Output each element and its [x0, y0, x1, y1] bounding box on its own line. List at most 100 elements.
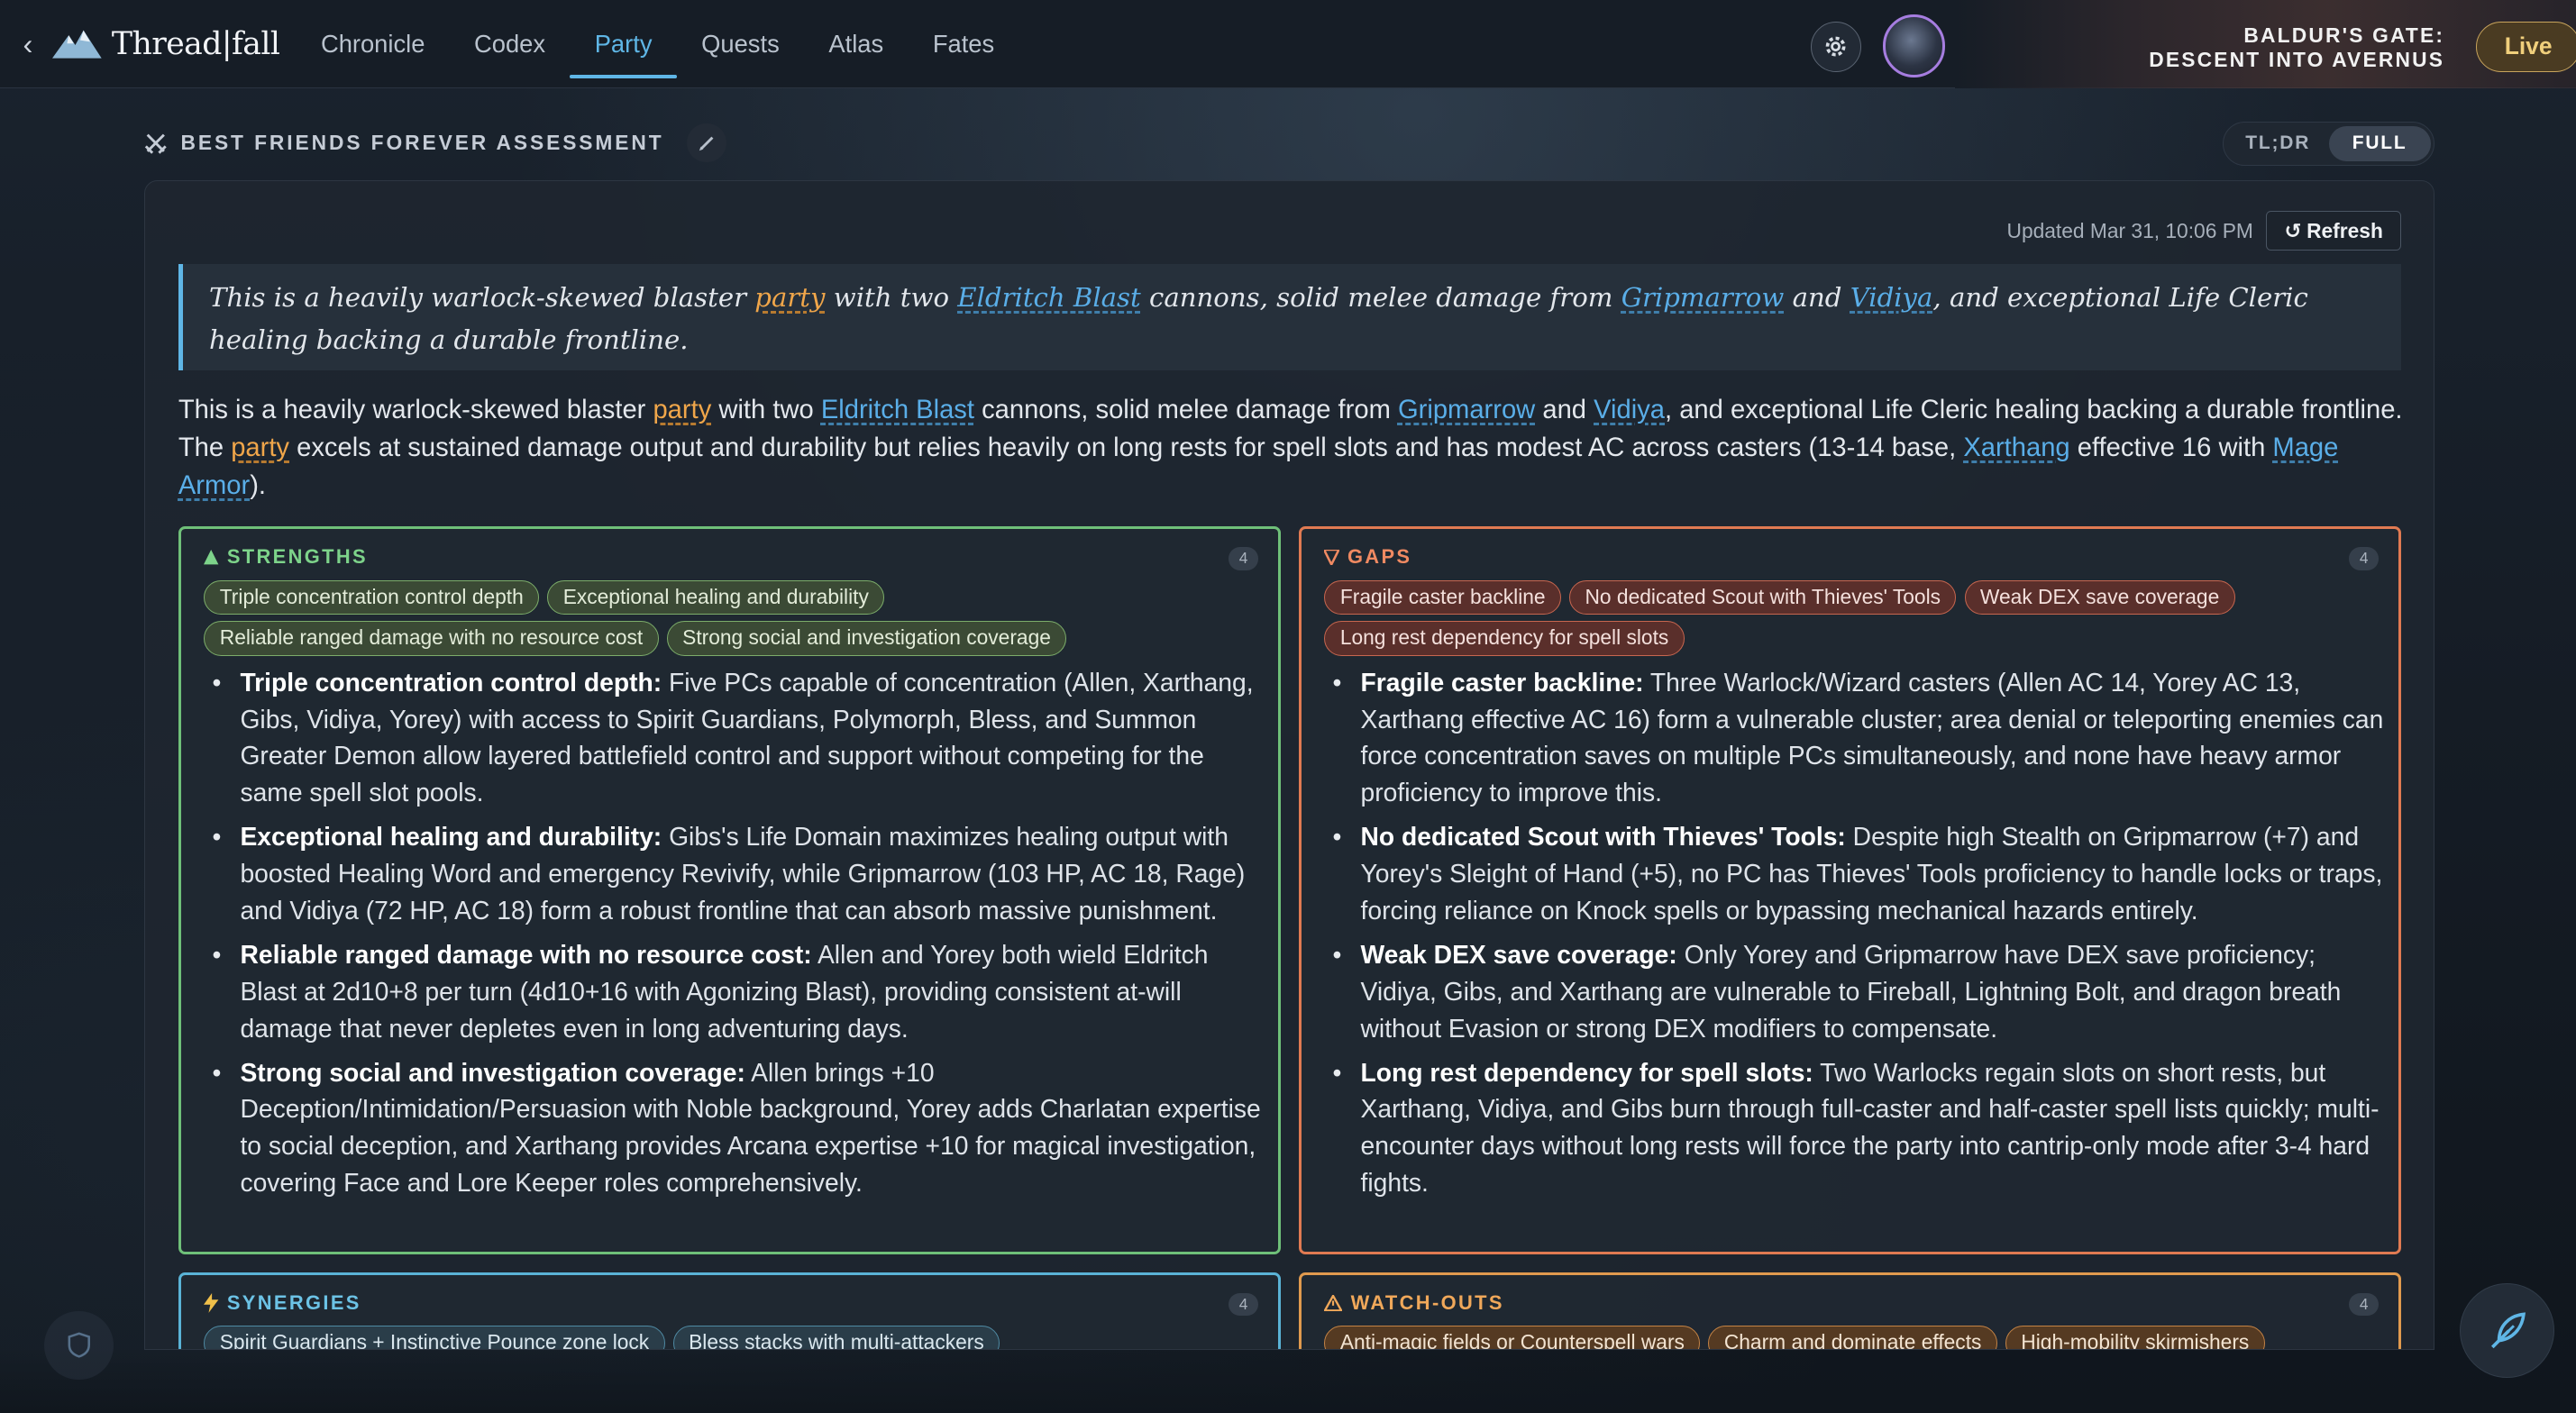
- synergies-header: SYNERGIES: [204, 1291, 361, 1315]
- triangle-down-icon: [1324, 550, 1339, 565]
- app-brand[interactable]: Thread|fall: [52, 25, 280, 62]
- synergies-card: SYNERGIES 4 Spirit Guardians + Instincti…: [178, 1272, 1281, 1350]
- mountain-logo-icon: [52, 31, 102, 59]
- term-link-party[interactable]: party: [231, 433, 289, 462]
- refresh-label: Refresh: [2307, 218, 2383, 242]
- item-label: Strong social and investigation coverage…: [240, 1057, 745, 1087]
- updated-timestamp: Updated Mar 31, 10:06 PM: [2006, 219, 2253, 243]
- character-link-gripmarrow[interactable]: Gripmarrow: [1621, 282, 1785, 313]
- tab-quests[interactable]: Quests: [677, 0, 804, 88]
- list-item: Weak DEX save coverage: Only Yorey and G…: [1328, 936, 2388, 1046]
- summary-text: ).: [250, 470, 267, 500]
- shield-icon: [68, 1332, 90, 1358]
- item-label: No dedicated Scout with Thieves' Tools:: [1360, 822, 1846, 852]
- settings-button[interactable]: [1810, 21, 1862, 73]
- strength-chip[interactable]: Reliable ranged damage with no resource …: [204, 621, 659, 656]
- shield-button[interactable]: [44, 1310, 114, 1381]
- item-label: Long rest dependency for spell slots:: [1360, 1057, 1813, 1087]
- strength-chip[interactable]: Triple concentration control depth: [204, 579, 540, 615]
- character-link-vidiya[interactable]: Vidiya: [1850, 282, 1933, 313]
- section-title: BEST FRIENDS FOREVER ASSESSMENT: [180, 131, 664, 155]
- lightning-icon: [204, 1293, 219, 1313]
- gaps-title: GAPS: [1347, 545, 1412, 569]
- gap-chip[interactable]: Fragile caster backline: [1324, 579, 1561, 615]
- chevron-left-icon[interactable]: ‹: [23, 27, 43, 61]
- summary-text: effective 16 with: [2069, 433, 2273, 462]
- live-badge[interactable]: Live: [2475, 21, 2576, 73]
- app-name: Thread|fall: [111, 25, 280, 62]
- tab-fates[interactable]: Fates: [908, 0, 1019, 88]
- tab-party[interactable]: Party: [570, 0, 677, 88]
- assessment-panel: Updated Mar 31, 10:06 PM ↺ Refresh This …: [144, 180, 2435, 1351]
- campaign-title-line2: DESCENT INTO AVERNUS: [2149, 47, 2445, 71]
- list-item: No dedicated Scout with Thieves' Tools: …: [1328, 818, 2388, 928]
- main-nav: Chronicle Codex Party Quests Atlas Fates: [297, 0, 1019, 88]
- term-link-party[interactable]: party: [653, 396, 711, 424]
- spell-link-eldritch-blast[interactable]: Eldritch Blast: [821, 396, 974, 424]
- strengths-list: Triple concentration control depth: Five…: [207, 664, 1267, 1208]
- watchouts-title: WATCH-OUTS: [1350, 1290, 1504, 1314]
- top-bar: ‹ Thread|fall Chronicle Codex Party Ques…: [0, 0, 2576, 89]
- synergies-count: 4: [1229, 1292, 1259, 1317]
- gap-chip[interactable]: Long rest dependency for spell slots: [1324, 621, 1685, 656]
- gaps-card: GAPS 4 Fragile caster backline No dedica…: [1298, 526, 2401, 1254]
- list-item: Triple concentration control depth: Five…: [207, 664, 1267, 811]
- strength-chip[interactable]: Exceptional healing and durability: [547, 579, 885, 615]
- gaps-count: 4: [2349, 547, 2380, 570]
- bottom-fade: [0, 1346, 2576, 1413]
- tab-codex[interactable]: Codex: [450, 0, 571, 88]
- toggle-tldr[interactable]: TL;DR: [2227, 126, 2329, 160]
- strength-chip[interactable]: Strong social and investigation coverage: [666, 621, 1067, 656]
- section-header: BEST FRIENDS FOREVER ASSESSMENT: [144, 123, 726, 163]
- strengths-card: STRENGTHS 4 Triple concentration control…: [178, 526, 1281, 1254]
- list-item: Long rest dependency for spell slots: Tw…: [1328, 1054, 2388, 1201]
- character-link-vidiya[interactable]: Vidiya: [1594, 396, 1665, 424]
- summary-text: This is a heavily warlock-skewed blaster: [178, 395, 653, 424]
- item-label: Weak DEX save coverage:: [1360, 939, 1677, 969]
- pencil-icon: [699, 136, 714, 150]
- character-link-gripmarrow[interactable]: Gripmarrow: [1398, 396, 1535, 424]
- watchouts-card: WATCH-OUTS 4 Anti-magic fields or Counte…: [1298, 1272, 2401, 1350]
- summary-text: excels at sustained damage output and du…: [289, 433, 1964, 462]
- campaign-title[interactable]: BALDUR'S GATE: DESCENT INTO AVERNUS: [2149, 23, 2444, 73]
- tab-chronicle[interactable]: Chronicle: [297, 0, 450, 88]
- item-label: Triple concentration control depth:: [240, 667, 662, 697]
- watchouts-header: WATCH-OUTS: [1324, 1291, 1503, 1315]
- summary-paragraph: This is a heavily warlock-skewed blaster…: [178, 392, 2407, 506]
- user-avatar[interactable]: [1882, 14, 1946, 77]
- quill-icon: [2490, 1312, 2526, 1348]
- summary-text: cannons, solid melee damage from: [973, 395, 1398, 424]
- item-label: Exceptional healing and durability:: [240, 822, 662, 852]
- crossed-swords-icon: [145, 133, 168, 154]
- term-link-party[interactable]: party: [754, 282, 825, 313]
- item-label: Reliable ranged damage with no resource …: [240, 939, 812, 969]
- warning-icon: [1324, 1294, 1343, 1312]
- list-item: Reliable ranged damage with no resource …: [207, 936, 1267, 1046]
- quote-text: with two: [825, 282, 958, 314]
- list-item: Fragile caster backline: Three Warlock/W…: [1328, 664, 2388, 811]
- summary-text: with two: [711, 395, 821, 424]
- refresh-icon: ↺: [2284, 218, 2302, 242]
- quote-text: cannons, solid melee damage from: [1140, 282, 1621, 314]
- view-toggle: TL;DR FULL: [2223, 121, 2435, 167]
- refresh-button[interactable]: ↺ Refresh: [2266, 211, 2401, 251]
- quote-text: This is a heavily warlock-skewed blaster: [209, 282, 755, 314]
- gap-chip[interactable]: Weak DEX save coverage: [1964, 579, 2235, 615]
- strengths-chips: Triple concentration control depth Excep…: [204, 579, 1264, 656]
- gear-icon: [1825, 37, 1846, 57]
- quill-button[interactable]: [2459, 1282, 2555, 1379]
- edit-button[interactable]: [687, 123, 726, 163]
- toggle-full[interactable]: FULL: [2328, 126, 2431, 161]
- strengths-title: STRENGTHS: [226, 545, 368, 569]
- strengths-header: STRENGTHS: [204, 545, 368, 569]
- summary-text: and: [1535, 395, 1594, 424]
- gaps-chips: Fragile caster backline No dedicated Sco…: [1324, 579, 2384, 656]
- list-item: Exceptional healing and durability: Gibs…: [207, 818, 1267, 928]
- campaign-title-line1: BALDUR'S GATE:: [2243, 23, 2445, 47]
- tab-atlas[interactable]: Atlas: [804, 0, 908, 88]
- character-link-xarthang[interactable]: Xarthang: [1963, 433, 2069, 462]
- gaps-list: Fragile caster backline: Three Warlock/W…: [1328, 664, 2388, 1208]
- gap-chip[interactable]: No dedicated Scout with Thieves' Tools: [1569, 579, 1957, 615]
- item-label: Fragile caster backline:: [1360, 667, 1644, 697]
- spell-link-eldritch-blast[interactable]: Eldritch Blast: [957, 282, 1140, 313]
